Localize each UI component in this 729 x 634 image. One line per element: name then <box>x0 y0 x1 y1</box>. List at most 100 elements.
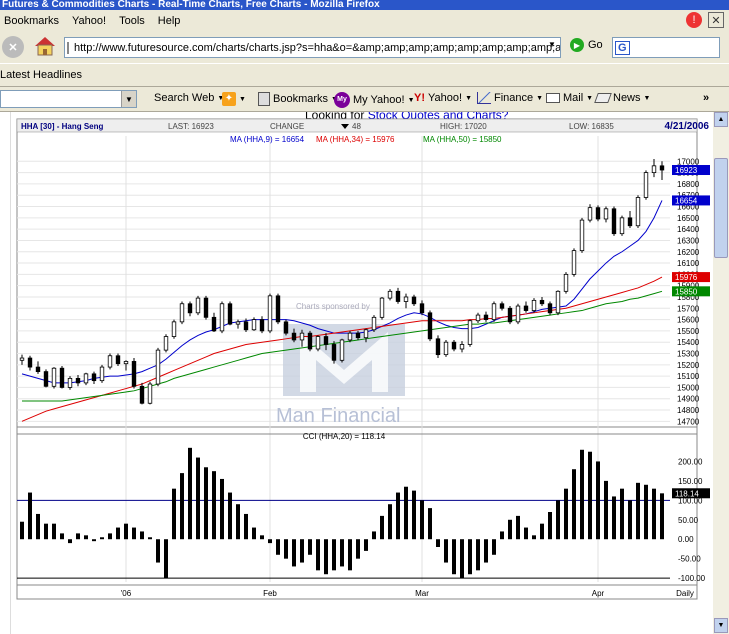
scroll-up-button[interactable]: ▲ <box>714 112 728 127</box>
minimize-icon[interactable]: ! <box>686 12 702 28</box>
page-icon <box>67 41 69 54</box>
go-button[interactable]: ▶ Go <box>570 38 603 52</box>
price-tick-label: 14900 <box>677 395 700 404</box>
cci-bar <box>148 537 152 540</box>
candle <box>155 347 161 387</box>
menu-item-help[interactable]: Help <box>158 15 181 27</box>
candle-body <box>339 339 345 361</box>
cci-bar <box>236 504 240 540</box>
candle-body <box>635 197 641 227</box>
scroll-down-button[interactable]: ▼ <box>714 618 728 633</box>
cci-tick-label: 150.00 <box>678 477 703 486</box>
price-tick-label: 15700 <box>677 304 700 313</box>
candle-body <box>27 357 33 368</box>
candle <box>179 301 185 325</box>
chevron-down-icon[interactable]: ▼ <box>121 91 136 107</box>
candle-body <box>227 303 233 325</box>
candle <box>507 306 513 325</box>
cci-bar <box>84 535 88 540</box>
close-icon[interactable]: ✕ <box>708 12 724 28</box>
price-tick-label: 16500 <box>677 214 700 223</box>
cci-bar <box>44 523 48 540</box>
candle-body <box>507 307 513 323</box>
vertical-scrollbar[interactable]: ▲ ▼ <box>713 112 729 634</box>
address-bar[interactable]: http://www.futuresource.com/charts/chart… <box>64 37 561 58</box>
candle-body <box>99 366 105 382</box>
candle-body <box>51 367 57 387</box>
candle-body <box>443 341 449 356</box>
search-web-button[interactable]: Search Web ▼ <box>154 92 224 104</box>
price-tick-label: 16400 <box>677 225 700 234</box>
url-dropdown-icon[interactable]: ▼ <box>548 40 556 49</box>
news-button[interactable]: News ▼ <box>594 92 650 104</box>
cci-bar <box>36 513 40 540</box>
bookmarks-icon <box>258 92 270 106</box>
candle-body <box>147 383 153 404</box>
candle-body <box>283 321 289 334</box>
price-tick-label: 15300 <box>677 350 700 359</box>
candle-body <box>243 321 249 331</box>
my-yahoo-button[interactable]: My My Yahoo! ▼ <box>334 92 415 108</box>
my-yahoo-icon: My <box>334 92 350 108</box>
menu-item-bookmarks[interactable]: Bookmarks <box>4 15 59 27</box>
price-tick-label: 15000 <box>677 383 700 392</box>
cci-bar <box>516 515 520 540</box>
yahoo-button[interactable]: Y! Yahoo! ▼ <box>414 92 472 104</box>
high-price: HIGH: 17020 <box>440 122 487 131</box>
cci-bar <box>612 496 616 540</box>
yahoo-search-input[interactable]: ▼ <box>0 90 137 108</box>
candle-body <box>403 296 409 302</box>
cci-bar <box>452 539 456 575</box>
candle-body <box>475 314 481 322</box>
change-label: CHANGE <box>270 122 304 131</box>
candle <box>107 353 113 370</box>
toolbar-overflow-button[interactable]: » <box>703 92 709 104</box>
mail-button[interactable]: Mail ▼ <box>546 92 593 104</box>
candle <box>611 206 617 236</box>
cci-bar <box>220 478 224 540</box>
menu-item-tools[interactable]: Tools <box>119 15 145 27</box>
candle <box>579 217 585 253</box>
candle-body <box>451 341 457 350</box>
chevron-down-icon: ▼ <box>536 94 544 102</box>
candle-body <box>467 320 473 345</box>
cci-bar <box>604 480 608 540</box>
candle-body <box>187 303 193 314</box>
mail-label: Mail <box>563 92 584 104</box>
cci-bar <box>268 539 272 544</box>
candle <box>59 365 65 389</box>
candle <box>283 319 289 336</box>
cci-bar <box>628 500 632 540</box>
candle-body <box>427 312 433 340</box>
candle-body <box>315 336 321 350</box>
finance-button[interactable]: Finance ▼ <box>477 92 543 104</box>
scroll-thumb[interactable] <box>714 158 728 258</box>
highlight-button[interactable]: ✦ ▼ <box>222 92 246 106</box>
candle <box>139 382 145 405</box>
home-icon[interactable] <box>33 35 57 57</box>
ma34-label: MA (HHA,34) = 15976 <box>316 135 395 144</box>
menu-item-yahoo[interactable]: Yahoo! <box>72 15 106 27</box>
my-yahoo-label: My Yahoo! <box>353 94 405 106</box>
cci-bar <box>348 539 352 571</box>
search-input[interactable]: G <box>612 37 720 58</box>
candle-body <box>395 290 401 302</box>
candle-body <box>363 329 369 339</box>
candle <box>115 353 121 366</box>
candle-body <box>139 385 145 404</box>
stop-icon[interactable]: ✕ <box>2 36 24 58</box>
candle-body <box>179 303 185 323</box>
latest-headlines-link[interactable]: Latest Headlines <box>0 69 82 81</box>
cci-bar <box>340 539 344 567</box>
price-tick-label: 15600 <box>677 316 700 325</box>
bookmarks-button[interactable]: Bookmarks▼ <box>258 92 338 106</box>
cci-bar <box>460 539 464 579</box>
google-icon: G <box>615 40 630 55</box>
candle-body <box>603 208 609 220</box>
cci-tick-label: -100.00 <box>678 574 706 583</box>
candle-body <box>571 250 577 275</box>
candle-body <box>595 207 601 220</box>
candle-body <box>379 297 385 318</box>
cci-bar <box>308 539 312 555</box>
cci-bar <box>436 539 440 547</box>
